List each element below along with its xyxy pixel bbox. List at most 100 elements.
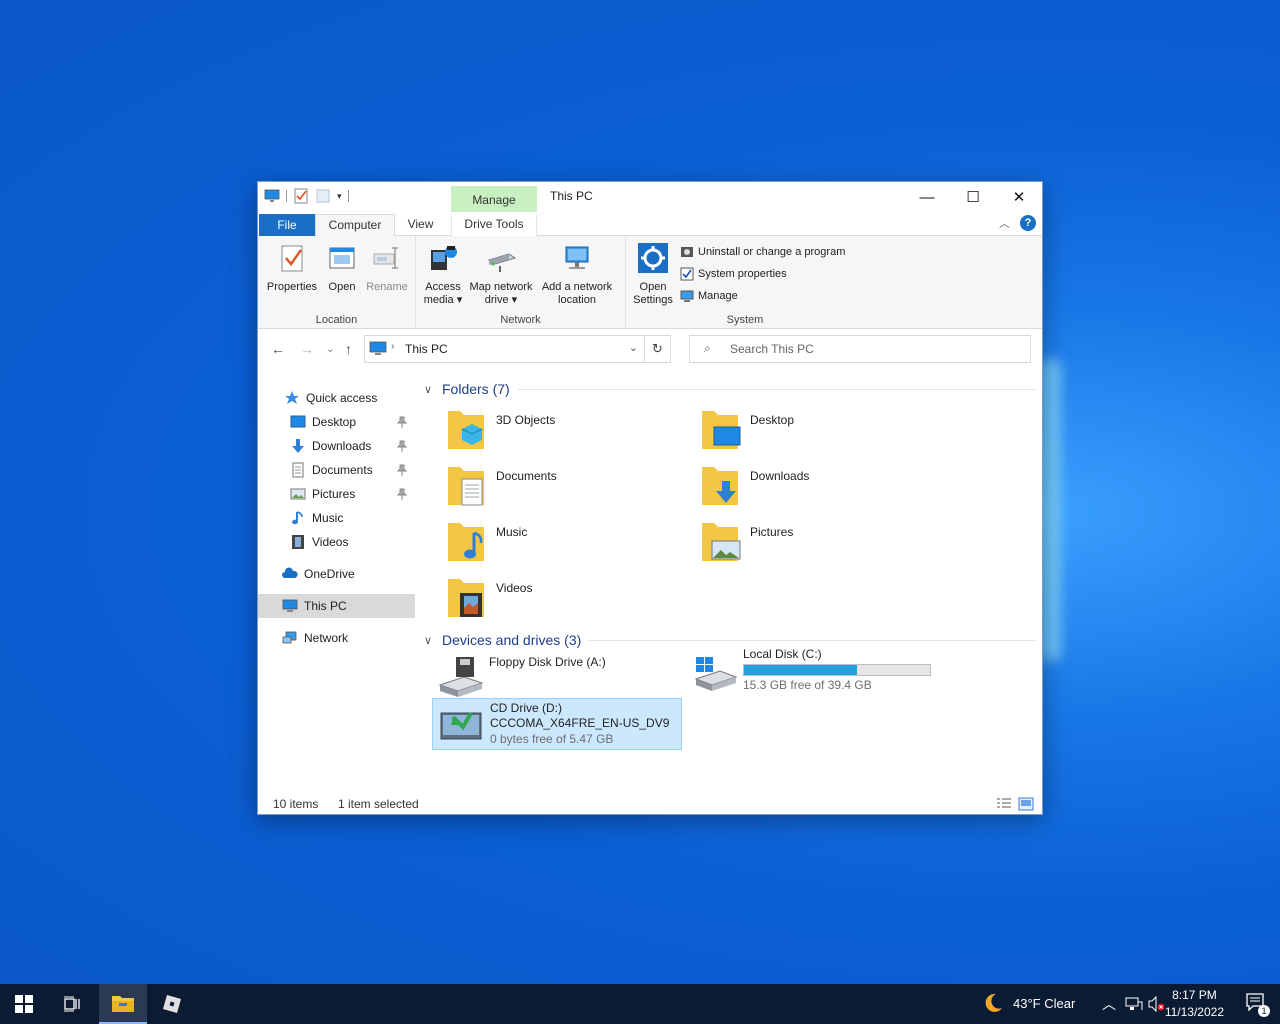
properties-qat-icon[interactable] — [293, 188, 309, 204]
manage-computer-icon — [680, 290, 694, 302]
back-arrow-icon[interactable]: ← — [271, 341, 285, 357]
breadcrumb-chevron-icon[interactable]: › — [391, 341, 394, 352]
address-dropdown-icon[interactable]: ⌄ — [629, 341, 638, 354]
notification-count-badge: 1 — [1258, 1005, 1270, 1017]
system-clock[interactable]: 8:17 PM 11/13/2022 — [1165, 987, 1224, 1021]
tab-drive-tools[interactable]: Drive Tools — [451, 214, 537, 237]
folder-tile[interactable]: Videos — [436, 575, 686, 627]
folder-tile[interactable]: 3D Objects — [436, 407, 686, 459]
collapse-chevron-icon[interactable]: ∨ — [424, 634, 436, 647]
new-folder-qat-icon[interactable] — [315, 188, 331, 204]
address-box[interactable]: › This PC ⌄ — [364, 335, 645, 363]
window-title: This PC — [550, 189, 593, 203]
devices-group-header[interactable]: ∨ Devices and drives (3) — [424, 632, 1036, 648]
add-network-location-button[interactable]: Add a network location — [538, 242, 616, 307]
collapse-ribbon-icon[interactable]: ︿ — [999, 215, 1010, 231]
up-arrow-icon[interactable]: ↑ — [345, 341, 352, 357]
large-icons-view-icon[interactable] — [1018, 797, 1034, 811]
ribbon: Properties Open Rename Location Access m… — [258, 236, 1042, 329]
qat-dropdown-icon[interactable]: ▾ — [337, 191, 342, 202]
rename-icon — [373, 247, 398, 269]
ribbon-group-system: Open Settings Uninstall or change a prog… — [626, 236, 864, 329]
navigation-pane[interactable]: Quick access Desktop Downloads Documents… — [258, 377, 416, 777]
nav-this-pc[interactable]: This PC — [258, 594, 415, 618]
nav-videos[interactable]: Videos — [258, 530, 415, 554]
title-bar[interactable]: ▾ Manage This PC — ☐ ✕ — [258, 182, 1042, 212]
star-icon — [285, 391, 299, 404]
network-status-icon[interactable] — [1125, 996, 1143, 1012]
weather-moon-icon[interactable] — [982, 992, 1004, 1014]
nav-quick-access[interactable]: Quick access — [258, 386, 415, 410]
properties-button[interactable]: Properties — [264, 242, 320, 294]
collapse-chevron-icon[interactable]: ∨ — [424, 383, 436, 396]
close-button[interactable]: ✕ — [996, 182, 1042, 212]
breadcrumb-this-pc[interactable]: This PC — [405, 342, 448, 356]
system-properties-icon — [680, 267, 694, 281]
pin-icon[interactable] — [397, 416, 407, 428]
floppy-drive-tile[interactable]: Floppy Disk Drive (A:) — [432, 649, 682, 701]
maximize-button[interactable]: ☐ — [950, 182, 996, 212]
task-view-icon — [64, 996, 80, 1012]
taskbar-file-explorer[interactable] — [99, 984, 147, 1024]
status-bar: 10 items 1 item selected — [258, 792, 1042, 814]
file-explorer-window[interactable]: ▾ Manage This PC — ☐ ✕ File Computer Vie… — [257, 181, 1043, 815]
nav-desktop[interactable]: Desktop — [258, 410, 415, 434]
manage-contextual-tab[interactable]: Manage — [451, 186, 537, 212]
system-group-label: System — [726, 314, 764, 326]
folder-tile[interactable]: Desktop — [690, 407, 940, 459]
folders-group-header[interactable]: ∨ Folders (7) — [424, 381, 1036, 397]
forward-arrow-icon[interactable]: → — [300, 341, 314, 357]
refresh-button[interactable]: ↻ — [645, 335, 671, 363]
nav-onedrive[interactable]: OneDrive — [258, 562, 415, 586]
cloud-icon — [282, 567, 298, 578]
nav-documents[interactable]: Documents — [258, 458, 415, 482]
help-icon[interactable]: ? — [1020, 215, 1036, 231]
pin-icon[interactable] — [397, 488, 407, 500]
folder-tile[interactable]: Documents — [436, 463, 686, 515]
tab-file[interactable]: File — [259, 214, 315, 236]
nav-pictures[interactable]: Pictures — [258, 482, 415, 506]
map-network-drive-button[interactable]: Map network drive ▾ — [466, 242, 536, 307]
tab-view[interactable]: View — [398, 214, 443, 237]
manage-button[interactable]: Manage — [680, 289, 738, 303]
settings-gear-icon — [638, 243, 668, 273]
start-button[interactable] — [0, 984, 48, 1024]
content-pane[interactable]: ∨ Folders (7) 3D Objects Desktop Documen… — [420, 377, 1040, 787]
document-icon — [292, 462, 304, 478]
pin-icon[interactable] — [397, 440, 407, 452]
search-input[interactable]: ⌕ Search This PC — [689, 335, 1031, 363]
folder-tile[interactable]: Music — [436, 519, 686, 571]
taskbar-roblox[interactable] — [148, 984, 196, 1024]
network-icon — [282, 631, 297, 644]
volume-muted-icon[interactable] — [1148, 996, 1166, 1012]
show-hidden-icons-chevron-icon[interactable]: ︿ — [1102, 994, 1116, 1014]
system-properties-button[interactable]: System properties — [680, 267, 787, 281]
uninstall-program-button[interactable]: Uninstall or change a program — [680, 245, 845, 259]
details-view-icon[interactable] — [996, 797, 1012, 811]
roblox-icon — [163, 995, 181, 1013]
this-pc-icon[interactable] — [264, 188, 280, 204]
downloads-folder-icon — [702, 467, 738, 505]
open-settings-button[interactable]: Open Settings — [630, 242, 676, 307]
access-media-button[interactable]: Access media ▾ — [420, 242, 466, 307]
nav-downloads[interactable]: Downloads — [258, 434, 415, 458]
minimize-button[interactable]: — — [904, 182, 950, 212]
task-view-button[interactable] — [48, 984, 96, 1024]
cd-drive-d-tile[interactable]: CD Drive (D:) CCCOMA_X64FRE_EN-US_DV9 0 … — [432, 698, 682, 750]
local-disk-c-tile[interactable]: Local Disk (C:) 15.3 GB free of 39.4 GB — [686, 647, 936, 693]
desktop-folder-icon — [702, 411, 741, 449]
notification-center-button[interactable]: 1 — [1246, 993, 1270, 1017]
open-button[interactable]: Open — [324, 242, 360, 294]
nav-music[interactable]: Music — [258, 506, 415, 530]
folder-tile[interactable]: Pictures — [690, 519, 940, 571]
tab-computer[interactable]: Computer — [315, 214, 395, 237]
rename-button[interactable]: Rename — [364, 242, 410, 294]
ribbon-group-network: Access media ▾ Map network drive ▾ Add a… — [416, 236, 626, 329]
weather-text[interactable]: 43°F Clear — [1013, 996, 1075, 1011]
selection-count: 1 item selected — [338, 797, 419, 811]
nav-network[interactable]: Network — [258, 626, 415, 650]
folder-tile[interactable]: Downloads — [690, 463, 940, 515]
pin-icon[interactable] — [397, 464, 407, 476]
windows-logo-icon — [15, 995, 33, 1013]
recent-locations-chevron-icon[interactable]: ⌄ — [326, 344, 334, 355]
